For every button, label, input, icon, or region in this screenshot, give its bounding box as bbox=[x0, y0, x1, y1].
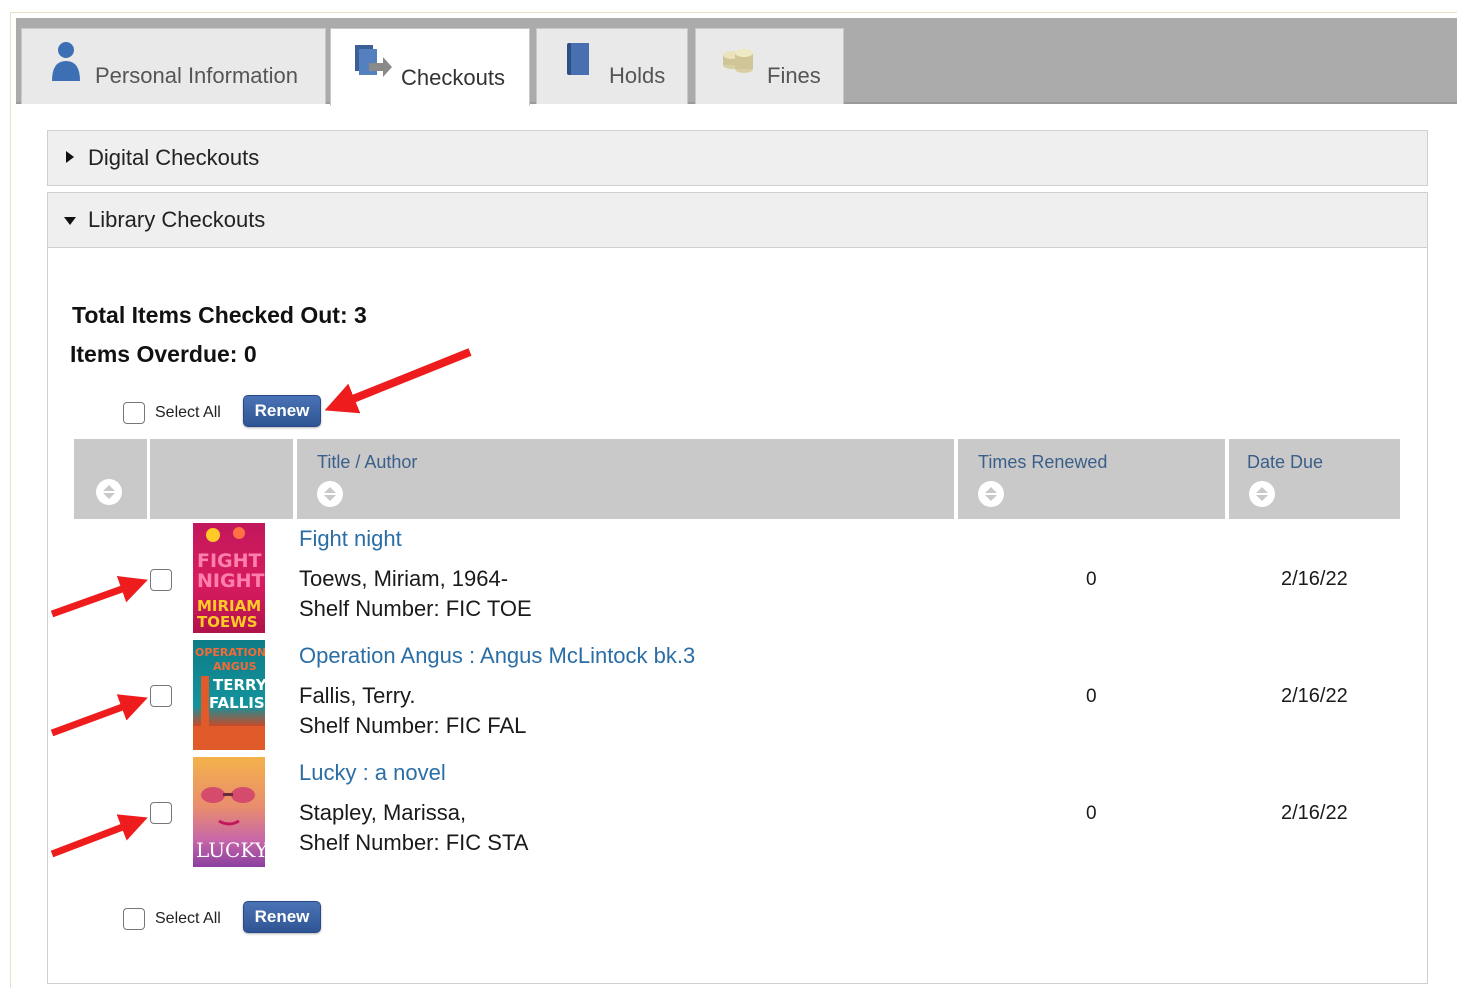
renew-button-bottom[interactable]: Renew bbox=[243, 901, 321, 933]
tab-personal-information[interactable]: Personal Information bbox=[21, 28, 326, 104]
book-icon bbox=[564, 41, 594, 85]
row-checkbox[interactable] bbox=[150, 685, 172, 707]
select-all-checkbox[interactable] bbox=[123, 908, 145, 930]
book-cover-lucky[interactable]: LUCKY bbox=[193, 757, 265, 867]
header-cover-column bbox=[150, 439, 293, 519]
svg-text:LUCKY: LUCKY bbox=[196, 838, 265, 862]
caret-down-icon bbox=[64, 217, 76, 225]
total-checked-out: Total Items Checked Out: 3 bbox=[72, 302, 367, 328]
tab-label: Fines bbox=[767, 63, 821, 88]
book-cover-fight-night[interactable]: FIGHT NIGHT MIRIAM TOEWS bbox=[193, 523, 265, 633]
title-link[interactable]: Operation Angus : Angus McLintock bk.3 bbox=[299, 643, 695, 669]
svg-text:FALLIS: FALLIS bbox=[209, 694, 265, 712]
author: Stapley, Marissa, bbox=[299, 800, 467, 825]
svg-text:NIGHT: NIGHT bbox=[197, 570, 264, 592]
sort-icon[interactable] bbox=[1249, 481, 1275, 507]
tab-holds[interactable]: Holds bbox=[536, 28, 688, 104]
svg-text:FIGHT: FIGHT bbox=[197, 550, 262, 572]
renew-button-top[interactable]: Renew bbox=[243, 395, 321, 427]
header-title-author[interactable]: Title / Author bbox=[297, 439, 954, 519]
sort-icon[interactable] bbox=[96, 479, 122, 505]
header-date-due[interactable]: Date Due bbox=[1229, 439, 1400, 519]
title-link[interactable]: Lucky : a novel bbox=[299, 760, 446, 786]
select-all-label: Select All bbox=[155, 910, 221, 927]
times-renewed: 0 bbox=[1086, 803, 1097, 824]
tab-label: Holds bbox=[609, 63, 666, 88]
shelf-number: Shelf Number: FIC STA bbox=[299, 830, 529, 855]
sort-icon[interactable] bbox=[978, 481, 1004, 507]
person-icon bbox=[50, 41, 82, 89]
author: Toews, Miriam, 1964- bbox=[299, 566, 509, 591]
date-due: 2/16/22 bbox=[1281, 685, 1348, 707]
checkout-icon bbox=[351, 41, 393, 89]
row-checkbox[interactable] bbox=[150, 802, 172, 824]
header-select-column[interactable] bbox=[74, 439, 147, 519]
header-label: Date Due bbox=[1247, 452, 1324, 472]
select-all-bottom[interactable]: Select All bbox=[123, 908, 221, 930]
author: Fallis, Terry. bbox=[299, 683, 416, 708]
header-times-renewed[interactable]: Times Renewed bbox=[958, 439, 1225, 519]
shelf-number: Shelf Number: FIC TOE bbox=[299, 596, 532, 621]
section-title: Library Checkouts bbox=[88, 207, 266, 232]
tab-label: Checkouts bbox=[401, 65, 505, 90]
title-link[interactable]: Fight night bbox=[299, 526, 402, 552]
svg-text:ANGUS: ANGUS bbox=[213, 660, 257, 673]
tab-label: Personal Information bbox=[95, 63, 298, 88]
date-due: 2/16/22 bbox=[1281, 802, 1348, 824]
svg-text:TERRY: TERRY bbox=[213, 676, 265, 694]
select-all-checkbox[interactable] bbox=[123, 402, 145, 424]
date-due: 2/16/22 bbox=[1281, 568, 1348, 590]
row-checkbox[interactable] bbox=[150, 569, 172, 591]
tab-fines[interactable]: Fines bbox=[695, 28, 844, 104]
caret-right-icon bbox=[66, 151, 74, 163]
times-renewed: 0 bbox=[1086, 569, 1097, 590]
library-checkouts-header[interactable]: Library Checkouts bbox=[47, 192, 1428, 248]
shelf-number: Shelf Number: FIC FAL bbox=[299, 713, 527, 738]
tab-bar: Personal Information Checkouts Holds Fin… bbox=[16, 18, 1457, 106]
section-title: Digital Checkouts bbox=[88, 145, 260, 170]
book-cover-operation-angus[interactable]: OPERATION ANGUS TERRY FALLIS bbox=[193, 640, 265, 750]
svg-text:OPERATION: OPERATION bbox=[195, 646, 265, 659]
select-all-label: Select All bbox=[155, 404, 221, 421]
header-label: Times Renewed bbox=[978, 452, 1108, 472]
times-renewed: 0 bbox=[1086, 686, 1097, 707]
tab-checkouts[interactable]: Checkouts bbox=[330, 28, 530, 106]
items-overdue: Items Overdue: 0 bbox=[70, 341, 257, 367]
select-all-top[interactable]: Select All bbox=[123, 402, 221, 424]
svg-text:TOEWS: TOEWS bbox=[197, 613, 258, 631]
sort-icon[interactable] bbox=[317, 481, 343, 507]
digital-checkouts-header[interactable]: Digital Checkouts bbox=[47, 130, 1428, 186]
header-label: Title / Author bbox=[317, 452, 418, 472]
coins-icon bbox=[720, 41, 758, 85]
